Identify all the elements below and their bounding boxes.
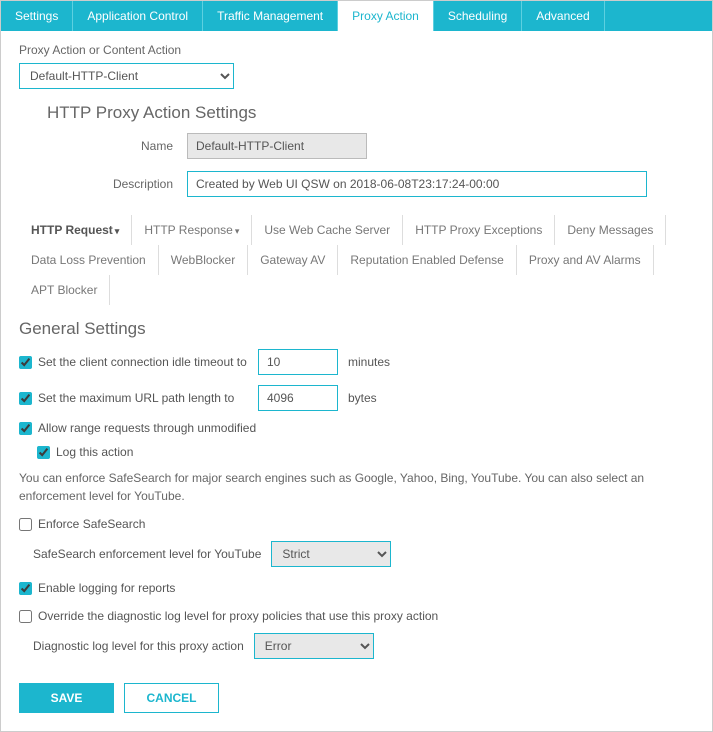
content-area: Proxy Action or Content Action Default-H… [1, 31, 712, 731]
cancel-button[interactable]: CANCEL [124, 683, 219, 713]
subtab-deny-messages[interactable]: Deny Messages [555, 215, 666, 245]
safesearch-level-label: SafeSearch enforcement level for YouTube [33, 547, 261, 561]
tab-advanced[interactable]: Advanced [522, 1, 604, 31]
subtab-apt-blocker[interactable]: APT Blocker [19, 275, 110, 305]
idle-timeout-label: Set the client connection idle timeout t… [38, 355, 248, 369]
subtab-webblocker[interactable]: WebBlocker [159, 245, 248, 275]
proxy-action-select[interactable]: Default-HTTP-Client [19, 63, 234, 89]
caret-down-icon: ▾ [115, 226, 120, 236]
subtab-dlp[interactable]: Data Loss Prevention [19, 245, 159, 275]
log-action-label: Log this action [56, 445, 133, 459]
caret-down-icon: ▾ [235, 226, 240, 236]
log-action-checkbox[interactable] [37, 446, 50, 459]
subtab-http-request[interactable]: HTTP Request▾ [19, 215, 132, 245]
url-length-input[interactable] [258, 385, 338, 411]
subtab-gateway-av[interactable]: Gateway AV [248, 245, 338, 275]
enable-logging-checkbox[interactable] [19, 582, 32, 595]
description-label: Description [47, 177, 187, 191]
idle-timeout-input[interactable] [258, 349, 338, 375]
name-label: Name [47, 139, 187, 153]
description-input[interactable] [187, 171, 647, 197]
save-button[interactable]: SAVE [19, 683, 114, 713]
subtabs: HTTP Request▾ HTTP Response▾ Use Web Cac… [19, 215, 694, 305]
proxy-action-label: Proxy Action or Content Action [19, 43, 694, 57]
section-title: HTTP Proxy Action Settings [47, 103, 694, 123]
subtab-proxy-exceptions[interactable]: HTTP Proxy Exceptions [403, 215, 555, 245]
override-diag-label: Override the diagnostic log level for pr… [38, 609, 438, 623]
idle-timeout-unit: minutes [348, 355, 390, 369]
subtab-web-cache[interactable]: Use Web Cache Server [252, 215, 403, 245]
button-row: SAVE CANCEL [19, 683, 694, 713]
tab-settings[interactable]: Settings [1, 1, 73, 31]
safesearch-help-text: You can enforce SafeSearch for major sea… [19, 469, 694, 505]
subtab-proxy-av-alarms[interactable]: Proxy and AV Alarms [517, 245, 654, 275]
url-length-checkbox[interactable] [19, 392, 32, 405]
tab-application-control[interactable]: Application Control [73, 1, 203, 31]
name-input[interactable] [187, 133, 367, 159]
diag-level-select[interactable]: Error [254, 633, 374, 659]
idle-timeout-checkbox[interactable] [19, 356, 32, 369]
allow-range-label: Allow range requests through unmodified [38, 421, 256, 435]
tab-scheduling[interactable]: Scheduling [434, 1, 522, 31]
enable-logging-label: Enable logging for reports [38, 581, 175, 595]
safesearch-level-select[interactable]: Strict [271, 541, 391, 567]
proxy-action-panel: Settings Application Control Traffic Man… [0, 0, 713, 732]
general-settings-title: General Settings [19, 319, 694, 339]
subtab-http-response[interactable]: HTTP Response▾ [132, 215, 252, 245]
enforce-safesearch-checkbox[interactable] [19, 518, 32, 531]
diag-level-label: Diagnostic log level for this proxy acti… [33, 639, 244, 653]
tab-proxy-action[interactable]: Proxy Action [338, 1, 434, 31]
subtab-red[interactable]: Reputation Enabled Defense [338, 245, 516, 275]
url-length-label: Set the maximum URL path length to [38, 391, 248, 405]
main-tabs: Settings Application Control Traffic Man… [1, 1, 712, 31]
tab-traffic-management[interactable]: Traffic Management [203, 1, 338, 31]
url-length-unit: bytes [348, 391, 377, 405]
allow-range-checkbox[interactable] [19, 422, 32, 435]
enforce-safesearch-label: Enforce SafeSearch [38, 517, 145, 531]
override-diag-checkbox[interactable] [19, 610, 32, 623]
